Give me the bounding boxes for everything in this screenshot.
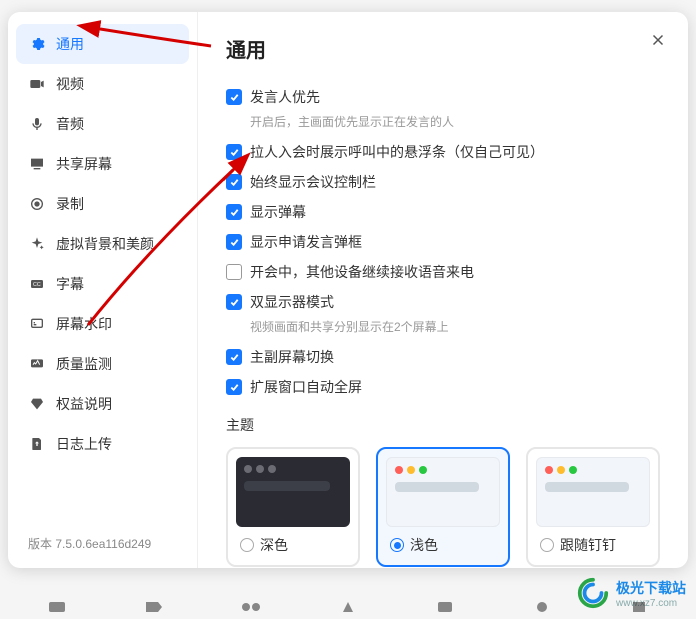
option-extend-fullscreen[interactable]: 扩展窗口自动全屏 xyxy=(226,377,660,397)
sidebar-item-label: 日志上传 xyxy=(56,434,112,454)
theme-card-dark[interactable]: 深色 xyxy=(226,447,360,567)
option-label: 扩展窗口自动全屏 xyxy=(250,377,362,397)
sidebar-item-label: 质量监测 xyxy=(56,354,112,374)
traffic-lights-icon xyxy=(395,466,427,474)
theme-label: 跟随钉钉 xyxy=(560,535,616,555)
option-label: 双显示器模式 xyxy=(250,292,334,312)
sidebar-item-watermark[interactable]: 屏幕水印 xyxy=(16,304,189,344)
option-show-request-popup[interactable]: 显示申请发言弹框 xyxy=(226,232,660,252)
checkbox-icon-checked[interactable] xyxy=(226,349,242,365)
theme-preview xyxy=(536,457,650,527)
microphone-icon xyxy=(28,115,46,133)
version-text: 版本 7.5.0.6ea116d249 xyxy=(16,527,189,556)
settings-sidebar: 通用 视频 音频 共享屏幕 xyxy=(8,12,198,568)
checkbox-icon[interactable] xyxy=(226,264,242,280)
bottom-toolbar-hint xyxy=(8,576,688,616)
radio-icon[interactable] xyxy=(540,538,554,552)
gear-icon xyxy=(28,35,46,53)
checkbox-icon-checked[interactable] xyxy=(226,234,242,250)
sidebar-item-virtual-bg[interactable]: 虚拟背景和美颜 xyxy=(16,224,189,264)
option-always-show-controls[interactable]: 始终显示会议控制栏 xyxy=(226,172,660,192)
monitor-icon xyxy=(28,355,46,373)
radio-icon[interactable] xyxy=(240,538,254,552)
sidebar-item-label: 录制 xyxy=(56,194,84,214)
subtitle-icon: CC xyxy=(28,275,46,293)
sidebar-item-log-upload[interactable]: 日志上传 xyxy=(16,424,189,464)
sidebar-item-label: 视频 xyxy=(56,74,84,94)
option-show-danmaku[interactable]: 显示弹幕 xyxy=(226,202,660,222)
theme-options: 深色 浅色 跟随钉钉 xyxy=(226,447,660,567)
sidebar-item-audio[interactable]: 音频 xyxy=(16,104,189,144)
option-dual-monitor[interactable]: 双显示器模式 xyxy=(226,292,660,312)
sidebar-item-rights[interactable]: 权益说明 xyxy=(16,384,189,424)
checkbox-icon-checked[interactable] xyxy=(226,294,242,310)
option-speaker-priority[interactable]: 发言人优先 xyxy=(226,87,660,107)
sidebar-item-record[interactable]: 录制 xyxy=(16,184,189,224)
page-title: 通用 xyxy=(226,34,660,63)
sidebar-item-video[interactable]: 视频 xyxy=(16,64,189,104)
radio-icon-selected[interactable] xyxy=(390,538,404,552)
traffic-lights-icon xyxy=(244,465,276,473)
sparkle-icon xyxy=(28,235,46,253)
checkbox-icon-checked[interactable] xyxy=(226,89,242,105)
diamond-icon xyxy=(28,395,46,413)
theme-section-label: 主题 xyxy=(226,415,660,435)
checkbox-icon-checked[interactable] xyxy=(226,174,242,190)
watermark-icon xyxy=(28,315,46,333)
sidebar-list: 通用 视频 音频 共享屏幕 xyxy=(16,24,189,527)
video-icon xyxy=(28,75,46,93)
option-float-bar[interactable]: 拉人入会时展示呼叫中的悬浮条（仅自己可见） xyxy=(226,142,660,162)
settings-dialog: 通用 视频 音频 共享屏幕 xyxy=(8,12,688,568)
theme-card-light[interactable]: 浅色 xyxy=(376,447,510,567)
checkbox-icon-checked[interactable] xyxy=(226,144,242,160)
upload-log-icon xyxy=(28,435,46,453)
sidebar-item-general[interactable]: 通用 xyxy=(16,24,189,64)
theme-label: 深色 xyxy=(260,535,288,555)
option-label: 拉人入会时展示呼叫中的悬浮条（仅自己可见） xyxy=(250,142,544,162)
option-label: 发言人优先 xyxy=(250,87,320,107)
sidebar-item-quality[interactable]: 质量监测 xyxy=(16,344,189,384)
settings-main: 通用 发言人优先 开启后，主画面优先显示正在发言的人 拉人入会时展示呼叫中的悬浮… xyxy=(198,12,688,568)
theme-preview xyxy=(386,457,500,527)
option-label: 开会中，其他设备继续接收语音来电 xyxy=(250,262,474,282)
sidebar-item-label: 音频 xyxy=(56,114,84,134)
theme-card-follow[interactable]: 跟随钉钉 xyxy=(526,447,660,567)
svg-text:CC: CC xyxy=(33,282,41,288)
close-button[interactable] xyxy=(644,26,672,54)
theme-label: 浅色 xyxy=(410,535,438,555)
sidebar-item-screen-share[interactable]: 共享屏幕 xyxy=(16,144,189,184)
option-label: 始终显示会议控制栏 xyxy=(250,172,376,192)
checkbox-icon-checked[interactable] xyxy=(226,379,242,395)
option-swap-screens[interactable]: 主副屏幕切换 xyxy=(226,347,660,367)
option-desc: 视频画面和共享分别显示在2个屏幕上 xyxy=(250,318,660,335)
record-icon xyxy=(28,195,46,213)
sidebar-item-label: 屏幕水印 xyxy=(56,314,112,334)
sidebar-item-label: 通用 xyxy=(56,34,84,54)
sidebar-item-subtitle[interactable]: CC 字幕 xyxy=(16,264,189,304)
option-label: 主副屏幕切换 xyxy=(250,347,334,367)
sidebar-item-label: 共享屏幕 xyxy=(56,154,112,174)
sidebar-item-label: 虚拟背景和美颜 xyxy=(56,234,154,254)
option-continue-voice-calls[interactable]: 开会中，其他设备继续接收语音来电 xyxy=(226,262,660,282)
option-desc: 开启后，主画面优先显示正在发言的人 xyxy=(250,113,660,130)
traffic-lights-icon xyxy=(545,466,577,474)
sidebar-item-label: 字幕 xyxy=(56,274,84,294)
option-label: 显示弹幕 xyxy=(250,202,306,222)
sidebar-item-label: 权益说明 xyxy=(56,394,112,414)
screen-share-icon xyxy=(28,155,46,173)
theme-preview xyxy=(236,457,350,527)
option-label: 显示申请发言弹框 xyxy=(250,232,362,252)
checkbox-icon-checked[interactable] xyxy=(226,204,242,220)
